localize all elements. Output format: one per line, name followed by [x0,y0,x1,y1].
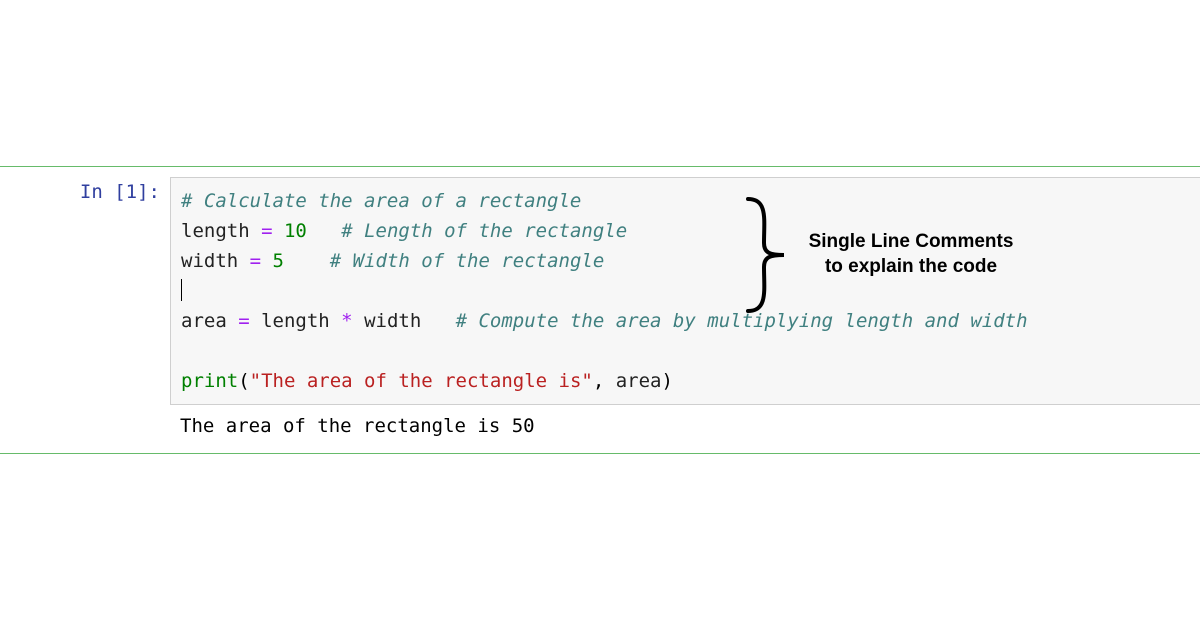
input-prompt: In [1]: [0,177,170,207]
code-expr-width: width [364,310,421,332]
code-comment-1: # Calculate the area of a rectangle [181,190,581,212]
code-arg-area: area [616,370,662,392]
code-assign-op: = [227,310,261,332]
code-comment-3: # Width of the rectangle [330,250,605,272]
code-assign-op: = [250,220,284,242]
output-row: The area of the rectangle is 50 [0,405,1200,443]
code-space [307,220,341,242]
text-cursor-icon [181,279,182,301]
code-comma: , [593,370,616,392]
code-paren-open: ( [238,370,249,392]
code-input[interactable]: # Calculate the area of a rectangle leng… [170,177,1200,405]
annotation-callout: Single Line Comments to explain the code [740,195,1026,315]
code-var-length: length [181,220,250,242]
code-mul-op: * [330,310,364,332]
code-paren-close: ) [661,370,672,392]
code-num-10: 10 [284,220,307,242]
code-num-5: 5 [273,250,284,272]
code-space [421,310,455,332]
code-space [284,250,330,272]
code-expr-length: length [261,310,330,332]
code-var-width: width [181,250,238,272]
annotation-line-1: Single Line Comments [796,230,1026,255]
code-string: "The area of the rectangle is" [250,370,593,392]
code-comment-2: # Length of the rectangle [341,220,627,242]
code-func-print: print [181,370,238,392]
output-text: The area of the rectangle is 50 [180,415,535,437]
annotation-text: Single Line Comments to explain the code [796,230,1026,279]
annotation-line-2: to explain the code [796,255,1026,280]
prompt-label: In [1]: [80,181,160,203]
code-var-area: area [181,310,227,332]
cell-output: The area of the rectangle is 50 [170,405,1200,443]
curly-brace-icon [740,195,790,315]
code-assign-op: = [238,250,272,272]
